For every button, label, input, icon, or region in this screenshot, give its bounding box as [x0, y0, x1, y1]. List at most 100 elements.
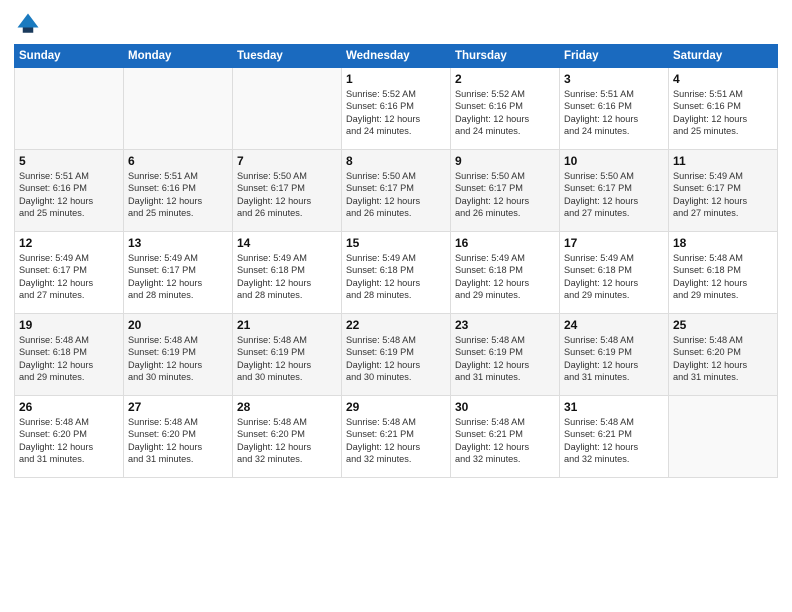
cell-content: Sunrise: 5:48 AMSunset: 6:20 PMDaylight:… [237, 416, 337, 466]
cell-content: Sunrise: 5:50 AMSunset: 6:17 PMDaylight:… [237, 170, 337, 220]
day-number: 27 [128, 400, 228, 414]
day-number: 19 [19, 318, 119, 332]
day-number: 16 [455, 236, 555, 250]
calendar-cell: 20Sunrise: 5:48 AMSunset: 6:19 PMDayligh… [124, 314, 233, 396]
day-number: 1 [346, 72, 446, 86]
cell-content: Sunrise: 5:49 AMSunset: 6:18 PMDaylight:… [237, 252, 337, 302]
calendar-cell: 16 Sunrise: 5:49 AMSunset: 6:18 PMDayligh… [451, 232, 560, 314]
day-number: 8 [346, 154, 446, 168]
calendar-cell: 10Sunrise: 5:50 AMSunset: 6:17 PMDayligh… [560, 150, 669, 232]
calendar-week-row: 19 Sunrise: 5:48 AMSunset: 6:18 PMDayligh… [15, 314, 778, 396]
logo-icon [14, 10, 42, 38]
calendar-cell: 23 Sunrise: 5:48 AMSunset: 6:19 PMDayligh… [451, 314, 560, 396]
day-number: 18 [673, 236, 773, 250]
calendar-cell: 27 Sunrise: 5:48 AMSunset: 6:20 PMDayligh… [124, 396, 233, 478]
calendar-cell: 17 Sunrise: 5:49 AMSunset: 6:18 PMDayligh… [560, 232, 669, 314]
calendar-cell: 14Sunrise: 5:49 AMSunset: 6:18 PMDayligh… [233, 232, 342, 314]
calendar-cell: 9Sunrise: 5:50 AMSunset: 6:17 PMDaylight… [451, 150, 560, 232]
calendar-cell: 13 Sunrise: 5:49 AMSunset: 6:17 PMDayligh… [124, 232, 233, 314]
header-cell-monday: Monday [124, 45, 233, 68]
day-number: 28 [237, 400, 337, 414]
day-number: 10 [564, 154, 664, 168]
calendar-header-row: SundayMondayTuesdayWednesdayThursdayFrid… [15, 45, 778, 68]
cell-content: Sunrise: 5:48 AMSunset: 6:21 PMDaylight:… [346, 416, 446, 466]
header [14, 10, 778, 38]
header-cell-tuesday: Tuesday [233, 45, 342, 68]
cell-content: Sunrise: 5:52 AMSunset: 6:16 PMDaylight:… [346, 88, 446, 138]
header-cell-saturday: Saturday [669, 45, 778, 68]
header-cell-sunday: Sunday [15, 45, 124, 68]
day-number: 22 [346, 318, 446, 332]
calendar-week-row: 26Sunrise: 5:48 AMSunset: 6:20 PMDayligh… [15, 396, 778, 478]
cell-content: Sunrise: 5:52 AMSunset: 6:16 PMDaylight:… [455, 88, 555, 138]
cell-content: Sunrise: 5:50 AMSunset: 6:17 PMDaylight:… [346, 170, 446, 220]
cell-content: Sunrise: 5:51 AMSunset: 6:16 PMDaylight:… [564, 88, 664, 138]
logo [14, 10, 46, 38]
day-number: 4 [673, 72, 773, 86]
calendar-cell: 8 Sunrise: 5:50 AMSunset: 6:17 PMDaylight… [342, 150, 451, 232]
day-number: 21 [237, 318, 337, 332]
cell-content: Sunrise: 5:48 AMSunset: 6:19 PMDaylight:… [237, 334, 337, 384]
calendar-cell: 15Sunrise: 5:49 AMSunset: 6:18 PMDayligh… [342, 232, 451, 314]
calendar-week-row: 5Sunrise: 5:51 AMSunset: 6:16 PMDaylight… [15, 150, 778, 232]
day-number: 31 [564, 400, 664, 414]
cell-content: Sunrise: 5:48 AMSunset: 6:19 PMDaylight:… [564, 334, 664, 384]
calendar-cell: 7 Sunrise: 5:50 AMSunset: 6:17 PMDaylight… [233, 150, 342, 232]
calendar-week-row: 12Sunrise: 5:49 AMSunset: 6:17 PMDayligh… [15, 232, 778, 314]
day-number: 7 [237, 154, 337, 168]
day-number: 11 [673, 154, 773, 168]
cell-content: Sunrise: 5:48 AMSunset: 6:18 PMDaylight:… [673, 252, 773, 302]
cell-content: Sunrise: 5:49 AMSunset: 6:17 PMDaylight:… [673, 170, 773, 220]
cell-content: Sunrise: 5:48 AMSunset: 6:20 PMDaylight:… [128, 416, 228, 466]
day-number: 6 [128, 154, 228, 168]
day-number: 13 [128, 236, 228, 250]
header-cell-thursday: Thursday [451, 45, 560, 68]
calendar-cell: 21 Sunrise: 5:48 AMSunset: 6:19 PMDayligh… [233, 314, 342, 396]
day-number: 23 [455, 318, 555, 332]
calendar-cell: 28 Sunrise: 5:48 AMSunset: 6:20 PMDayligh… [233, 396, 342, 478]
cell-content: Sunrise: 5:49 AMSunset: 6:17 PMDaylight:… [19, 252, 119, 302]
calendar-cell: 3Sunrise: 5:51 AMSunset: 6:16 PMDaylight… [560, 68, 669, 150]
calendar-cell: 31 Sunrise: 5:48 AMSunset: 6:21 PMDayligh… [560, 396, 669, 478]
calendar-cell: 26Sunrise: 5:48 AMSunset: 6:20 PMDayligh… [15, 396, 124, 478]
calendar-cell: 22Sunrise: 5:48 AMSunset: 6:19 PMDayligh… [342, 314, 451, 396]
page: SundayMondayTuesdayWednesdayThursdayFrid… [0, 0, 792, 612]
calendar-cell: 6 Sunrise: 5:51 AMSunset: 6:16 PMDaylight… [124, 150, 233, 232]
calendar-cell: 18 Sunrise: 5:48 AMSunset: 6:18 PMDayligh… [669, 232, 778, 314]
cell-content: Sunrise: 5:49 AMSunset: 6:18 PMDaylight:… [564, 252, 664, 302]
calendar-cell: 2 Sunrise: 5:52 AMSunset: 6:16 PMDaylight… [451, 68, 560, 150]
cell-content: Sunrise: 5:51 AMSunset: 6:16 PMDaylight:… [19, 170, 119, 220]
day-number: 29 [346, 400, 446, 414]
calendar-cell: 4 Sunrise: 5:51 AMSunset: 6:16 PMDaylight… [669, 68, 778, 150]
cell-content: Sunrise: 5:48 AMSunset: 6:21 PMDaylight:… [455, 416, 555, 466]
day-number: 2 [455, 72, 555, 86]
day-number: 30 [455, 400, 555, 414]
calendar-cell: 19 Sunrise: 5:48 AMSunset: 6:18 PMDayligh… [15, 314, 124, 396]
cell-content: Sunrise: 5:51 AMSunset: 6:16 PMDaylight:… [673, 88, 773, 138]
header-cell-friday: Friday [560, 45, 669, 68]
day-number: 25 [673, 318, 773, 332]
calendar-cell: 12Sunrise: 5:49 AMSunset: 6:17 PMDayligh… [15, 232, 124, 314]
calendar-cell: 1 Sunrise: 5:52 AMSunset: 6:16 PMDaylight… [342, 68, 451, 150]
cell-content: Sunrise: 5:48 AMSunset: 6:20 PMDaylight:… [19, 416, 119, 466]
calendar-cell: 29 Sunrise: 5:48 AMSunset: 6:21 PMDayligh… [342, 396, 451, 478]
calendar-cell [124, 68, 233, 150]
day-number: 17 [564, 236, 664, 250]
cell-content: Sunrise: 5:50 AMSunset: 6:17 PMDaylight:… [455, 170, 555, 220]
cell-content: Sunrise: 5:48 AMSunset: 6:20 PMDaylight:… [673, 334, 773, 384]
day-number: 15 [346, 236, 446, 250]
cell-content: Sunrise: 5:51 AMSunset: 6:16 PMDaylight:… [128, 170, 228, 220]
calendar-cell: 30 Sunrise: 5:48 AMSunset: 6:21 PMDayligh… [451, 396, 560, 478]
calendar-cell: 25 Sunrise: 5:48 AMSunset: 6:20 PMDayligh… [669, 314, 778, 396]
day-number: 24 [564, 318, 664, 332]
calendar-cell [15, 68, 124, 150]
calendar-week-row: 1 Sunrise: 5:52 AMSunset: 6:16 PMDaylight… [15, 68, 778, 150]
cell-content: Sunrise: 5:48 AMSunset: 6:21 PMDaylight:… [564, 416, 664, 466]
cell-content: Sunrise: 5:48 AMSunset: 6:19 PMDaylight:… [455, 334, 555, 384]
cell-content: Sunrise: 5:49 AMSunset: 6:17 PMDaylight:… [128, 252, 228, 302]
header-cell-wednesday: Wednesday [342, 45, 451, 68]
cell-content: Sunrise: 5:49 AMSunset: 6:18 PMDaylight:… [455, 252, 555, 302]
cell-content: Sunrise: 5:48 AMSunset: 6:18 PMDaylight:… [19, 334, 119, 384]
calendar-cell [669, 396, 778, 478]
calendar-table: SundayMondayTuesdayWednesdayThursdayFrid… [14, 44, 778, 478]
